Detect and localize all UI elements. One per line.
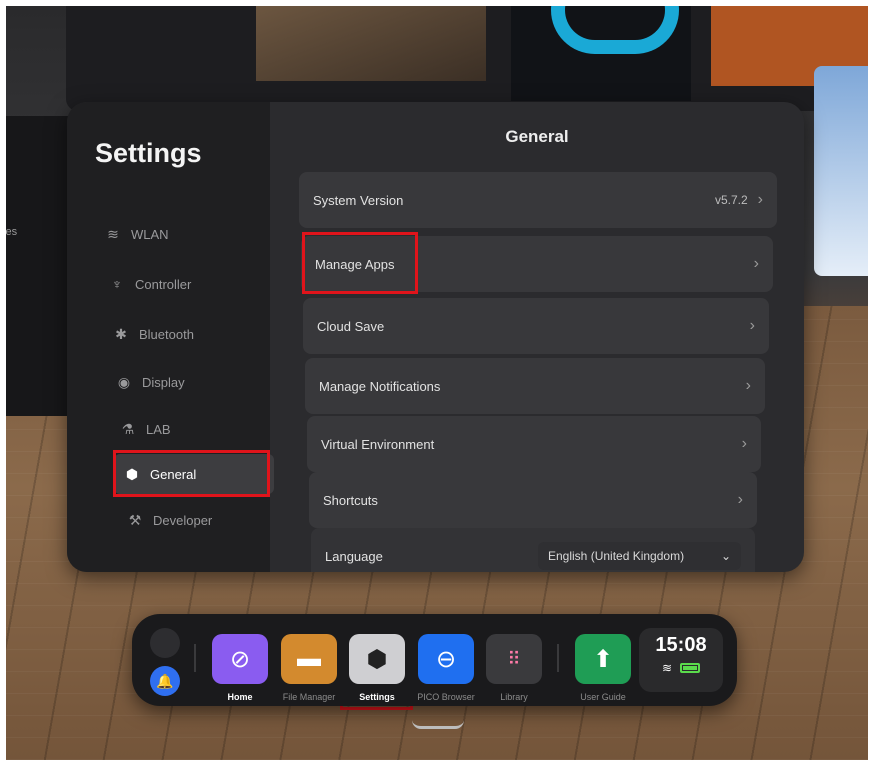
language-selected-value: English (United Kingdom)	[548, 549, 685, 563]
sidebar-item-label: Developer	[153, 512, 213, 528]
setting-row-manage-notifications[interactable]: Manage Notifications ›	[305, 358, 765, 414]
setting-row-system-version[interactable]: System Version v5.7.2 ›	[299, 172, 777, 228]
row-label: Shortcuts	[323, 492, 378, 508]
dock-app-file-manager[interactable]: ▬ File Manager	[274, 634, 344, 702]
background-tile	[256, 6, 486, 81]
setting-row-shortcuts[interactable]: Shortcuts ›	[309, 472, 757, 528]
background-tile	[511, 6, 691, 101]
bluetooth-icon: ✱	[115, 325, 127, 342]
sidebar-item-lab[interactable]: ⚗ LAB	[110, 409, 265, 449]
background-panel-top	[66, 6, 868, 111]
version-value: v5.7.2	[714, 193, 748, 207]
controller-icon: ♆	[111, 276, 123, 292]
sidebar-item-controller[interactable]: ♆ Controller	[99, 264, 265, 304]
app-label: User Guide	[580, 692, 626, 702]
eye-icon: ◉	[117, 373, 131, 390]
sidebar-item-display[interactable]: ◉ Display	[106, 362, 265, 402]
flask-icon: ⚗	[121, 420, 135, 437]
dock-divider	[557, 644, 559, 672]
row-label: Virtual Environment	[321, 436, 435, 452]
sidebar-item-label: LAB	[146, 421, 171, 437]
dock-divider	[194, 644, 196, 672]
logo-icon	[551, 6, 679, 54]
app-label: PICO Browser	[417, 692, 475, 702]
clock-time: 15:08	[655, 634, 707, 656]
wifi-icon: ≋	[661, 661, 673, 675]
arrow-up-icon: ⬆	[575, 634, 631, 684]
status-clock-widget[interactable]: 15:08 ≋	[639, 628, 723, 692]
browser-icon: ⊖	[418, 634, 474, 684]
chevron-right-icon: ›	[741, 435, 747, 452]
app-label: Library	[500, 692, 528, 702]
chevron-right-icon: ›	[737, 491, 743, 508]
chevron-right-icon: ›	[745, 377, 751, 394]
dock-app-home[interactable]: ⊘ Home	[205, 634, 275, 702]
grid-icon: ⠿	[486, 634, 542, 684]
row-label: Manage Notifications	[319, 378, 441, 394]
home-compass-icon: ⊘	[212, 634, 268, 684]
sidebar-item-label: Display	[142, 374, 185, 390]
app-label: Settings	[359, 692, 395, 702]
settings-sidebar: Settings ≋ WLAN ♆ Controller ✱ Bluetooth…	[67, 102, 274, 572]
chevron-down-icon: ⌄	[720, 549, 731, 563]
app-label: Home	[227, 692, 253, 702]
sidebar-item-label: Controller	[135, 276, 192, 292]
notification-bell-icon[interactable]: 🔔	[150, 666, 180, 696]
highlight-general	[113, 450, 270, 497]
page-title: General	[505, 127, 569, 146]
sidebar-item-developer[interactable]: ⚒ Developer	[117, 500, 272, 540]
sidebar-item-label: WLAN	[131, 226, 169, 242]
chevron-right-icon: ›	[749, 317, 755, 334]
settings-icon: ⬢	[349, 634, 405, 684]
dock-app-user-guide[interactable]: ⬆ User Guide	[568, 634, 638, 702]
app-label: File Manager	[282, 692, 336, 702]
status-icons: ≋	[639, 661, 723, 675]
background-panel-text: ces	[6, 226, 18, 238]
dock-app-library[interactable]: ⠿ Library	[479, 634, 549, 702]
settings-window: Settings ≋ WLAN ♆ Controller ✱ Bluetooth…	[67, 102, 804, 572]
sidebar-item-bluetooth[interactable]: ✱ Bluetooth	[103, 314, 265, 354]
chevron-right-icon: ›	[753, 255, 759, 272]
setting-row-language: Language English (United Kingdom) ⌄	[311, 528, 755, 572]
setting-row-virtual-environment[interactable]: Virtual Environment ›	[307, 416, 761, 472]
app-dock: 🔔 ⊘ Home ▬ File Manager ⬢ Settings ⊖ PIC…	[132, 614, 737, 706]
language-select[interactable]: English (United Kingdom) ⌄	[538, 542, 741, 570]
row-label: System Version	[313, 192, 404, 208]
dock-handle-icon[interactable]	[412, 720, 464, 729]
sidebar-item-wlan[interactable]: ≋ WLAN	[95, 214, 265, 254]
chevron-right-icon: ›	[757, 191, 763, 208]
row-label: Language	[325, 548, 383, 564]
quick-settings-icon[interactable]	[150, 628, 180, 658]
folder-icon: ▬	[281, 634, 337, 684]
highlight-manage-apps	[302, 232, 418, 294]
wifi-icon: ≋	[107, 225, 119, 242]
setting-row-cloud-save[interactable]: Cloud Save ›	[303, 298, 769, 354]
sidebar-item-label: Bluetooth	[139, 326, 194, 342]
dock-app-pico-browser[interactable]: ⊖ PICO Browser	[411, 634, 481, 702]
dock-app-settings[interactable]: ⬢ Settings	[342, 634, 412, 702]
background-sky-panel	[814, 66, 868, 276]
battery-icon	[680, 663, 701, 673]
tools-icon: ⚒	[128, 511, 142, 528]
settings-title: Settings	[95, 138, 202, 168]
row-label: Cloud Save	[317, 318, 385, 334]
